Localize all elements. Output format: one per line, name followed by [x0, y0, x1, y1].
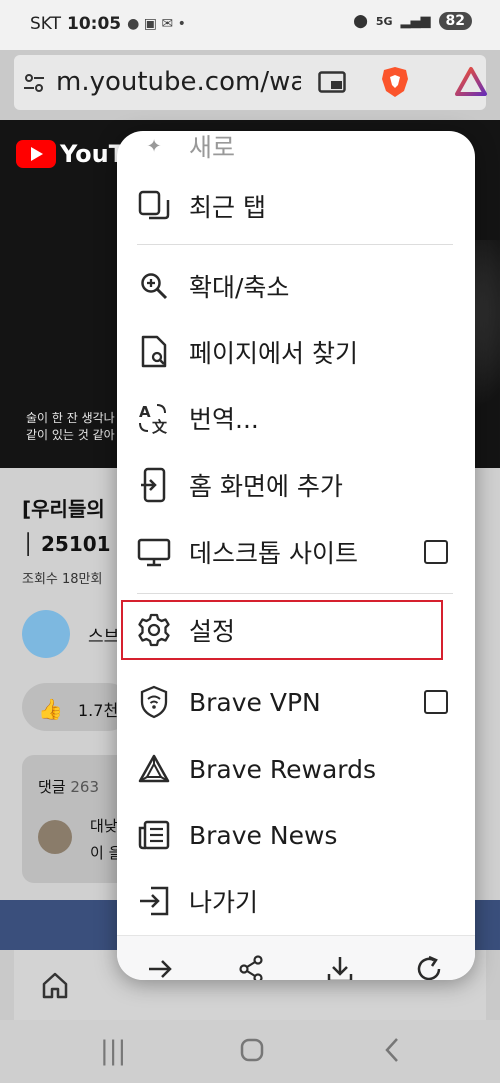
forward-icon[interactable] — [145, 954, 175, 980]
zoom-icon — [137, 269, 171, 303]
battery-badge: 82 — [438, 12, 472, 30]
clock: 10:05 — [67, 14, 122, 34]
channel-avatar[interactable] — [22, 610, 70, 658]
status-bar: SKT 10:05 ● ▣ ✉ • ⬤ 5G ▂▄▆ 82 — [0, 0, 500, 50]
svg-text:文: 文 — [152, 418, 168, 435]
rewards-icon — [137, 752, 171, 786]
url-bar[interactable]: m.youtube.com/wa — [14, 55, 488, 110]
signal-icon: ▂▄▆ — [400, 13, 431, 29]
video-caption: 술이 한 잔 생각나 같이 있는 것 같아 — [26, 411, 115, 442]
menu-item-desktop-site[interactable]: 데스크톱 사이트 — [117, 521, 475, 583]
carrier-label: SKT — [30, 14, 62, 34]
news-icon — [137, 818, 171, 852]
desktop-site-checkbox[interactable] — [424, 540, 448, 564]
menu-item-translate[interactable]: A文 번역... — [117, 387, 475, 449]
menu-divider — [137, 593, 453, 594]
comments-label: 댓글 263 — [38, 778, 100, 796]
youtube-play-icon — [16, 140, 56, 168]
menu-divider — [137, 244, 453, 245]
recent-apps-icon[interactable]: ||| — [100, 1036, 126, 1066]
system-home-icon[interactable] — [240, 1038, 264, 1062]
view-count: 조회수 18만회 — [22, 572, 103, 587]
brave-shields-icon[interactable] — [380, 65, 410, 99]
menu-item-brave-news[interactable]: Brave News — [117, 804, 475, 866]
settings-highlight-box — [121, 600, 443, 660]
overflow-menu: ✦ 새로 최근 탭 확대/축소 페이지에서 찾기 A文 번역... 홈 화면에 … — [117, 131, 475, 980]
network-label: 5G — [375, 14, 393, 28]
download-icon[interactable] — [325, 954, 355, 980]
like-count: 1.7천 — [78, 701, 119, 720]
commenter-avatar — [38, 820, 72, 854]
menu-item-find-in-page[interactable]: 페이지에서 찾기 — [117, 321, 475, 383]
video-title: [우리들의 — [22, 497, 105, 521]
menu-item-zoom[interactable]: 확대/축소 — [117, 255, 475, 317]
find-in-page-icon — [137, 335, 171, 369]
exit-icon — [137, 884, 171, 918]
channel-name[interactable]: 스브 — [88, 622, 119, 647]
share-icon[interactable] — [236, 954, 266, 980]
location-icon: ⬤ — [353, 13, 368, 29]
menu-item-brave-vpn[interactable]: Brave VPN — [117, 671, 475, 733]
svg-text:A: A — [139, 403, 151, 421]
reload-icon[interactable] — [414, 954, 444, 980]
brave-vpn-checkbox[interactable] — [424, 690, 448, 714]
vpn-icon — [137, 685, 171, 719]
thumbs-up-icon: 👍 — [38, 697, 63, 721]
add-to-home-icon — [137, 467, 171, 503]
recent-tabs-icon — [137, 189, 171, 223]
menu-bottom-bar — [117, 935, 475, 980]
system-navigation: ||| — [0, 1020, 500, 1083]
desktop-icon — [137, 535, 171, 569]
menu-item-partial[interactable]: ✦ 새로 — [117, 131, 475, 177]
menu-item-exit[interactable]: 나가기 — [117, 870, 475, 932]
menu-item-recent-tabs[interactable]: 최근 탭 — [117, 175, 475, 237]
menu-item-add-to-home[interactable]: 홈 화면에 추가 — [117, 454, 475, 516]
system-back-icon[interactable] — [382, 1036, 402, 1064]
site-settings-icon[interactable] — [22, 71, 46, 95]
comment-text: 대낮 — [90, 817, 118, 835]
home-icon[interactable] — [40, 970, 70, 1000]
notification-icons: ● ▣ ✉ • — [127, 16, 186, 32]
translate-icon: A文 — [137, 401, 171, 435]
video-title-line2: │ 25101 — [22, 532, 111, 556]
picture-in-picture-icon[interactable] — [318, 71, 346, 93]
url-text[interactable]: m.youtube.com/wa — [56, 67, 301, 97]
brave-rewards-icon[interactable] — [454, 66, 488, 98]
sparkle-icon: ✦ — [146, 135, 162, 157]
menu-item-brave-rewards[interactable]: Brave Rewards — [117, 738, 475, 800]
